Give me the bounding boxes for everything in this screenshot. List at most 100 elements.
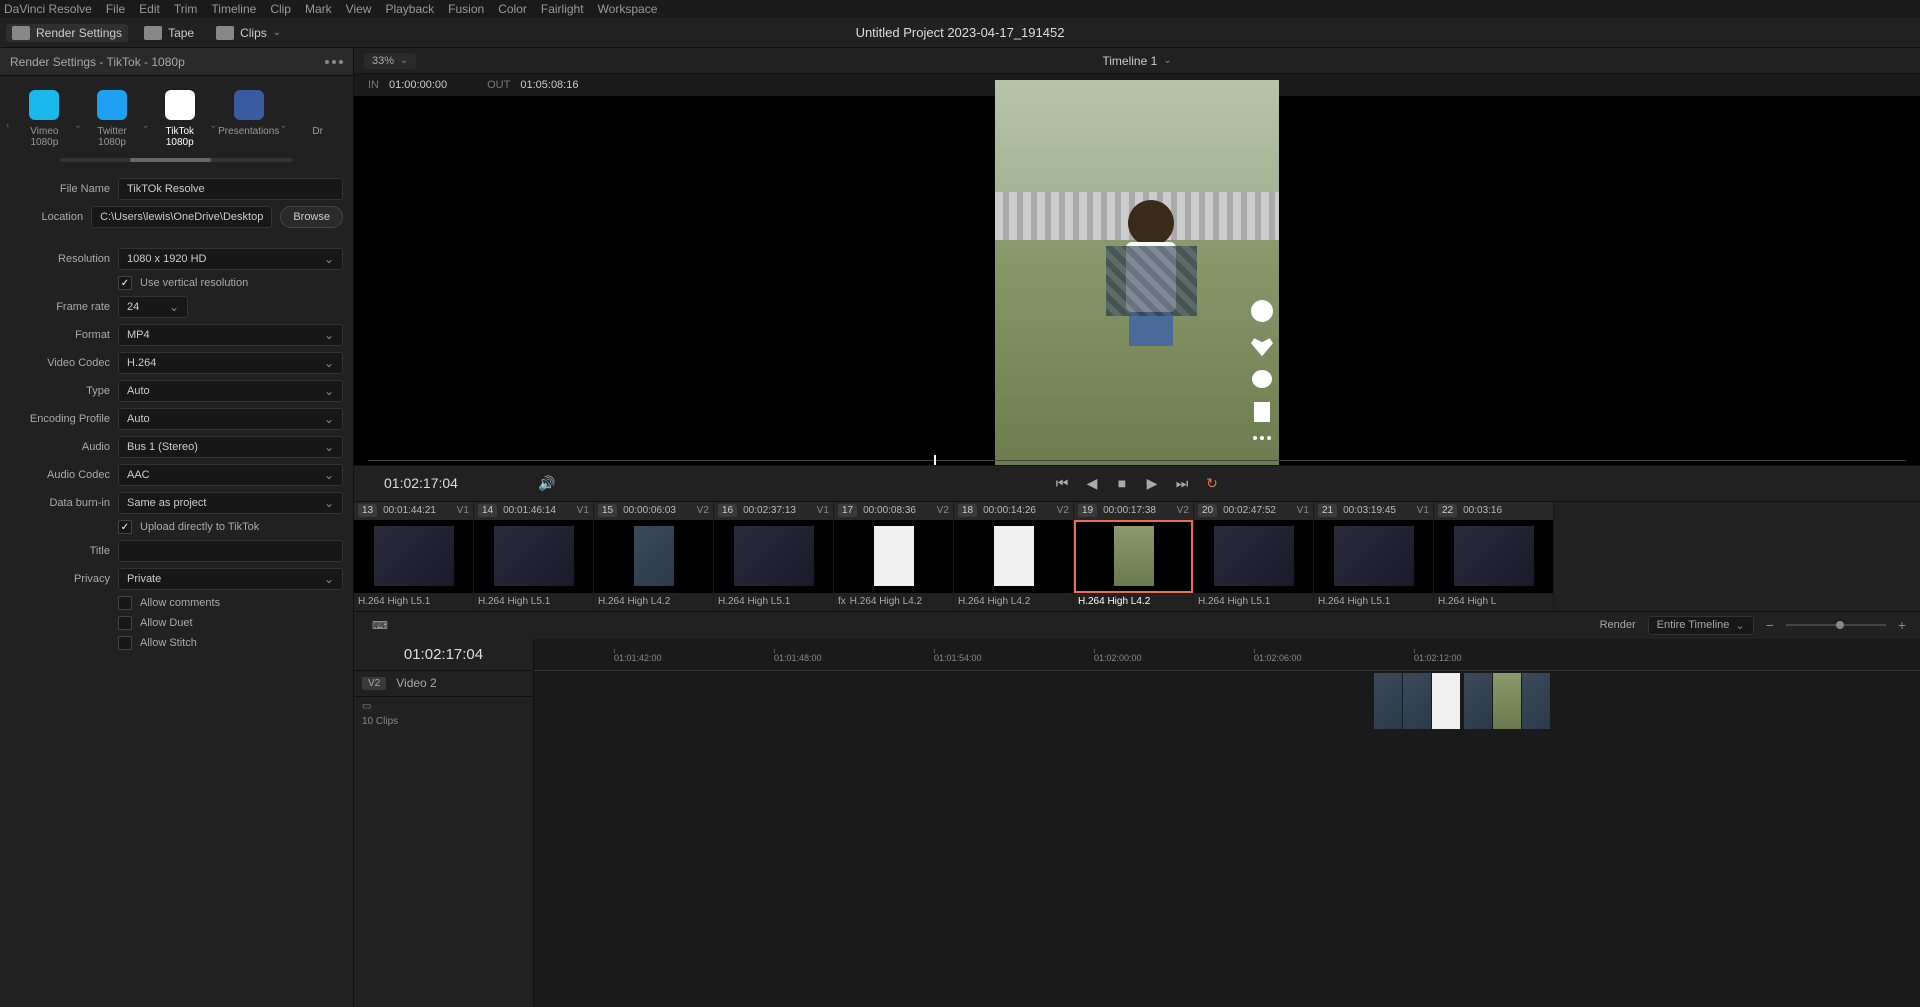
- viewer-scrubber[interactable]: [368, 455, 1906, 465]
- clip-item[interactable]: 1900:00:17:38V2H.264 High L4.2: [1074, 502, 1194, 611]
- zoom-slider[interactable]: [1786, 624, 1886, 626]
- clip-item[interactable]: 1400:01:46:14V1H.264 High L5.1: [474, 502, 594, 611]
- transport-bar: 01:02:17:04 🔊 ⏮ ◀ ■ ▶ ⏭ ↻: [354, 465, 1920, 501]
- clips-toggle[interactable]: Clips ⌄: [210, 24, 287, 42]
- step-back-button[interactable]: ◀: [1084, 475, 1100, 491]
- zoom-select[interactable]: 33% ⌄: [364, 53, 416, 69]
- tiktok-icon: [165, 90, 195, 120]
- file-name-label: File Name: [10, 183, 110, 195]
- avatar-icon: [1251, 300, 1273, 322]
- menu-item[interactable]: View: [346, 2, 372, 16]
- clip-item[interactable]: 2100:03:19:45V1H.264 High L5.1: [1314, 502, 1434, 611]
- menu-item[interactable]: File: [106, 2, 125, 16]
- audio-codec-select[interactable]: AAC: [118, 464, 343, 486]
- go-end-button[interactable]: ⏭: [1174, 475, 1190, 491]
- render-settings-toggle[interactable]: Render Settings: [6, 24, 128, 42]
- preset-scrollbar[interactable]: [60, 158, 293, 162]
- timeline-clip-group[interactable]: [1374, 673, 1460, 729]
- clip-count: 10 Clips: [362, 716, 525, 727]
- track-header-v2[interactable]: V2 Video 2: [354, 671, 533, 697]
- burn-in-select[interactable]: Same as project: [118, 492, 343, 514]
- timeline-clip-group[interactable]: [1464, 673, 1550, 729]
- menu-item[interactable]: Playback: [385, 2, 434, 16]
- chevron-down-icon[interactable]: ⌄: [209, 120, 218, 131]
- out-timecode: 01:05:08:16: [520, 79, 578, 91]
- keyboard-icon[interactable]: ⌨: [372, 619, 388, 632]
- preset-[interactable]: Dr: [288, 90, 347, 137]
- allow-duet-checkbox[interactable]: [118, 616, 132, 630]
- loop-button[interactable]: ↻: [1204, 475, 1220, 491]
- panel-options-button[interactable]: [325, 60, 343, 64]
- preset-pres[interactable]: Presentations: [218, 90, 279, 137]
- stop-button[interactable]: ■: [1114, 475, 1130, 491]
- menu-item[interactable]: Fairlight: [541, 2, 584, 16]
- type-select[interactable]: Auto: [118, 380, 343, 402]
- menu-item[interactable]: Timeline: [211, 2, 256, 16]
- preset-scroll-left[interactable]: ‹: [6, 120, 15, 131]
- menu-item[interactable]: DaVinci Resolve: [4, 2, 92, 16]
- menu-item[interactable]: Mark: [305, 2, 332, 16]
- timeline-ruler[interactable]: 01:01:42:0001:01:48:0001:01:54:0001:02:0…: [534, 639, 1920, 671]
- allow-stitch-checkbox[interactable]: [118, 636, 132, 650]
- privacy-select[interactable]: Private: [118, 568, 343, 590]
- menu-item[interactable]: Edit: [139, 2, 160, 16]
- audio-select[interactable]: Bus 1 (Stereo): [118, 436, 343, 458]
- clip-thumbnail: [714, 520, 833, 593]
- upload-tiktok-checkbox[interactable]: [118, 520, 132, 534]
- clip-codec-label: H.264 High L4.2: [954, 593, 1073, 611]
- framerate-select[interactable]: 24: [118, 296, 188, 318]
- preset-twitter[interactable]: Twitter 1080p: [83, 90, 142, 148]
- clip-item[interactable]: 1500:00:06:03V2H.264 High L4.2: [594, 502, 714, 611]
- zoom-out-button[interactable]: −: [1766, 617, 1774, 633]
- zoom-in-button[interactable]: +: [1898, 617, 1906, 633]
- vertical-resolution-checkbox[interactable]: [118, 276, 132, 290]
- format-select[interactable]: MP4: [118, 324, 343, 346]
- preset-vimeo[interactable]: Vimeo 1080p: [15, 90, 74, 148]
- clip-header: 1800:00:14:26V2: [954, 502, 1073, 520]
- clip-item[interactable]: 1800:00:14:26V2 H.264 High L4.2: [954, 502, 1074, 611]
- menu-item[interactable]: Trim: [174, 2, 198, 16]
- menu-item[interactable]: Workspace: [598, 2, 658, 16]
- privacy-label: Privacy: [10, 573, 110, 585]
- title-input[interactable]: [118, 540, 343, 562]
- browse-button[interactable]: Browse: [280, 206, 343, 228]
- location-input[interactable]: C:\Users\lewis\OneDrive\Desktop: [91, 206, 272, 228]
- panel-title: Render Settings - TikTok - 1080p: [10, 55, 185, 69]
- clip-timecode: 00:01:44:21: [383, 505, 436, 516]
- clip-item[interactable]: 2200:03:16H.264 High L: [1434, 502, 1554, 611]
- timeline-tracks-area[interactable]: 01:01:42:0001:01:48:0001:01:54:0001:02:0…: [534, 639, 1920, 1007]
- render-scope-select[interactable]: Entire Timeline: [1648, 616, 1754, 635]
- resolution-select[interactable]: 1080 x 1920 HD: [118, 248, 343, 270]
- go-start-button[interactable]: ⏮: [1054, 475, 1070, 491]
- track-badge: V2: [362, 677, 386, 690]
- menu-item[interactable]: Fusion: [448, 2, 484, 16]
- tape-toggle[interactable]: Tape: [138, 24, 200, 42]
- clip-item[interactable]: 1300:01:44:21V1H.264 High L5.1: [354, 502, 474, 611]
- viewer-canvas[interactable]: [354, 96, 1920, 465]
- menu-item[interactable]: Clip: [270, 2, 291, 16]
- chevron-down-icon[interactable]: ⌄: [74, 120, 83, 131]
- menu-item[interactable]: Color: [498, 2, 527, 16]
- timeline-name-select[interactable]: Timeline 1 ⌄: [1102, 54, 1171, 68]
- in-label: IN: [368, 79, 379, 91]
- preset-tiktok[interactable]: TikTok 1080p: [150, 90, 209, 148]
- clip-header: 1600:02:37:13V1: [714, 502, 833, 520]
- play-button[interactable]: ▶: [1144, 475, 1160, 491]
- clip-item[interactable]: 1600:02:37:13V1H.264 High L5.1: [714, 502, 834, 611]
- heart-icon: [1251, 336, 1273, 356]
- chevron-down-icon: ⌄: [1163, 55, 1171, 66]
- speaker-icon[interactable]: 🔊: [538, 475, 555, 492]
- clip-item[interactable]: 2000:02:47:52V1H.264 High L5.1: [1194, 502, 1314, 611]
- format-label: Format: [10, 329, 110, 341]
- file-name-input[interactable]: TikTOk Resolve: [118, 178, 343, 200]
- clip-timecode: 00:03:19:45: [1343, 505, 1396, 516]
- clip-header: 1300:01:44:21V1: [354, 502, 473, 520]
- clip-number: 15: [598, 504, 617, 517]
- chevron-down-icon[interactable]: ⌄: [141, 120, 150, 131]
- clip-header: 2100:03:19:45V1: [1314, 502, 1433, 520]
- clip-item[interactable]: 1700:00:08:36V2fx H.264 High L4.2: [834, 502, 954, 611]
- chevron-down-icon[interactable]: ⌄: [279, 120, 288, 131]
- codec-select[interactable]: H.264: [118, 352, 343, 374]
- allow-comments-checkbox[interactable]: [118, 596, 132, 610]
- encoding-profile-select[interactable]: Auto: [118, 408, 343, 430]
